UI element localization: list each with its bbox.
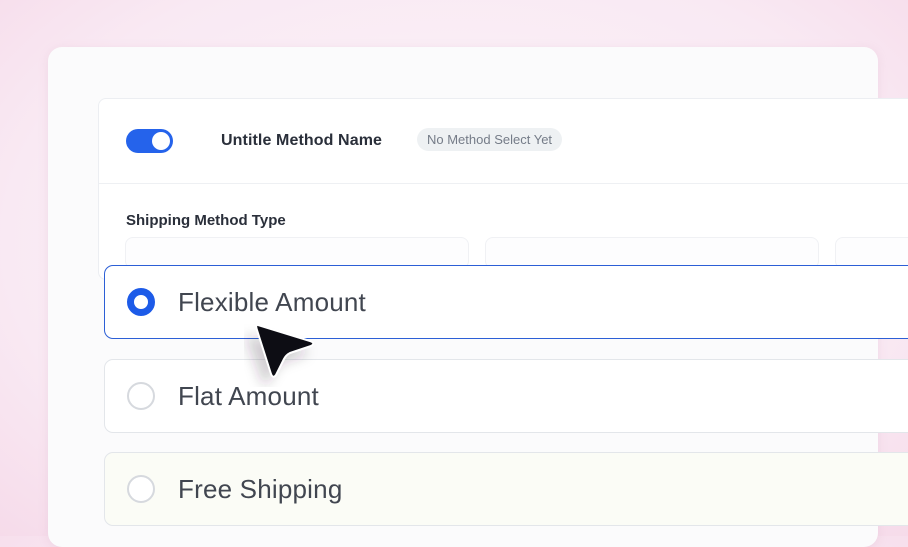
radio-checked-icon[interactable] [127,288,155,316]
toggle-knob [152,132,170,150]
option-label: Flexible Amount [178,287,366,317]
option-label: Free Shipping [178,474,343,504]
radio-unchecked-icon[interactable] [127,475,155,503]
method-enabled-toggle[interactable] [126,129,173,153]
option-label: Flat Amount [178,381,319,411]
status-badge: No Method Select Yet [417,128,563,151]
shipping-method-panel: Untitle Method Name No Method Select Yet… [98,98,908,280]
option-free-shipping[interactable]: Free Shipping [104,452,908,526]
option-flat-amount[interactable]: Flat Amount [104,359,908,433]
method-name-label: Untitle Method Name [221,132,383,149]
section-label: Shipping Method Type [126,212,286,229]
radio-unchecked-icon[interactable] [127,382,155,410]
option-flexible-amount[interactable]: Flexible Amount [104,265,908,339]
method-header: Untitle Method Name No Method Select Yet [99,99,908,184]
